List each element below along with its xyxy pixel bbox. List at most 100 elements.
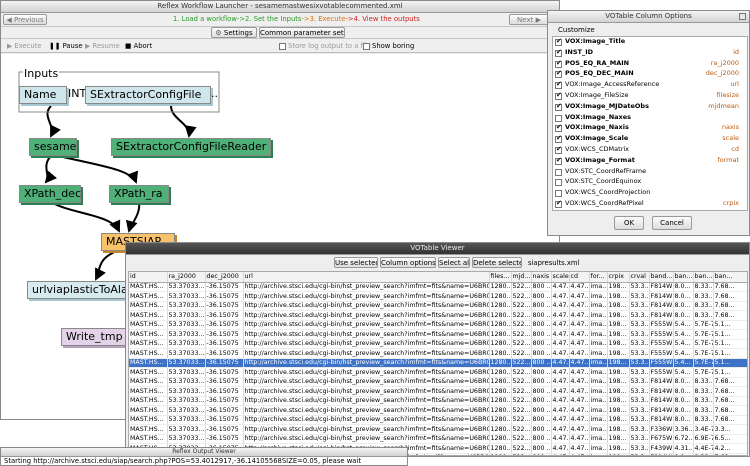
column-option-item[interactable]: INST_ID id: [553, 48, 747, 59]
column-header[interactable]: crpix: [607, 272, 630, 283]
settings-button[interactable]: ⚙ Settings: [211, 27, 257, 38]
table-row[interactable]: MAST.HS...53.37033...-36.15075http://arc…: [129, 329, 747, 340]
column-checkbox[interactable]: [555, 48, 562, 57]
column-header[interactable]: naxis: [531, 272, 552, 283]
column-checkbox[interactable]: [555, 190, 562, 198]
table-row[interactable]: MAST.HS...53.37033...-36.15075http://arc…: [129, 339, 747, 349]
close-icon[interactable]: [739, 13, 746, 20]
column-option-item[interactable]: VOX:Image_Scale scale: [553, 134, 747, 145]
column-checkbox[interactable]: [555, 91, 562, 100]
column-checkbox[interactable]: [555, 80, 562, 90]
column-header[interactable]: ban...: [713, 272, 747, 283]
table-row[interactable]: MAST.HS...53.37033...-36.15075http://arc…: [129, 358, 747, 368]
ok-button[interactable]: OK: [614, 216, 644, 230]
column-checkbox[interactable]: [555, 59, 562, 68]
column-options-titlebar[interactable]: VOTable Column Options: [548, 11, 749, 23]
column-header[interactable]: band...: [649, 272, 674, 283]
column-header[interactable]: ban...: [693, 272, 714, 283]
step-load[interactable]: 1. Load a workflow: [173, 15, 237, 23]
output-viewer-titlebar[interactable]: Reflex Output Viewer: [1, 448, 407, 457]
table-row[interactable]: MAST.HS...53.37033...-36.15075http://arc…: [129, 367, 747, 378]
table-row[interactable]: MAST.HS...53.37033...-36.15075http://arc…: [129, 282, 747, 292]
column-option-item[interactable]: POS_EQ_RA_MAIN ra_j2000: [553, 59, 747, 70]
column-header[interactable]: dec_j2000: [205, 272, 244, 283]
column-header[interactable]: crval: [629, 272, 650, 283]
table-cell: F814W: [649, 291, 674, 302]
table-row[interactable]: MAST.HS...53.37033...-36.15075http://arc…: [129, 377, 747, 387]
column-option-item[interactable]: VOX:Image_Naxis naxis: [553, 123, 747, 134]
show-boring-checkbox[interactable]: Show boring: [363, 42, 414, 50]
node-xpath-dec[interactable]: XPath_dec: [19, 185, 81, 203]
node-int[interactable]: INT: [68, 87, 86, 100]
cancel-button[interactable]: Cancel: [652, 216, 692, 230]
column-checkbox[interactable]: [555, 123, 562, 133]
column-checkbox[interactable]: [555, 102, 562, 111]
node-sextractor-config-file[interactable]: SExtractorConfigFile: [85, 86, 211, 104]
node-urlviaplastic[interactable]: urlviaplasticToAla: [27, 281, 139, 299]
table-row[interactable]: MAST.HS...53.37033...-36.15075http://arc…: [129, 348, 747, 359]
column-header[interactable]: mjd...: [511, 272, 532, 283]
node-xpath-ra[interactable]: XPath_ra: [109, 185, 169, 203]
abort-button[interactable]: ■ Abort: [125, 42, 152, 50]
column-header[interactable]: scale: [551, 272, 570, 283]
table-row[interactable]: MAST.HS...53.37033...-36.15075http://arc…: [129, 386, 747, 397]
resume-button[interactable]: ▶ Resume: [85, 42, 120, 50]
column-checkbox[interactable]: [555, 156, 562, 165]
column-header[interactable]: ban...: [673, 272, 694, 283]
common-parameter-settings-button[interactable]: Common parameter settings: [259, 27, 345, 38]
column-header[interactable]: url: [243, 272, 490, 283]
column-checkbox[interactable]: [555, 134, 562, 144]
step-execute[interactable]: ->3. Execute: [301, 15, 345, 23]
pause-button[interactable]: ❚❚ Pause: [49, 42, 83, 50]
column-option-item[interactable]: VOX:STC_CoordEquinox: [553, 177, 747, 188]
step-inputs[interactable]: ->2. Set the Inputs: [237, 15, 302, 23]
column-option-item[interactable]: VOX:Image_Format format: [553, 156, 747, 167]
column-header[interactable]: for...: [589, 272, 608, 283]
column-checkbox[interactable]: [555, 145, 562, 154]
table-row[interactable]: MAST.HS...53.37033...-36.15075http://arc…: [129, 291, 747, 302]
table-row[interactable]: MAST.HS...53.37033...-36.15075http://arc…: [129, 415, 747, 425]
previous-button[interactable]: ◀ Previous: [3, 14, 47, 25]
column-checkbox[interactable]: [555, 179, 562, 187]
column-option-item[interactable]: VOX:WCS_CoordProjection: [553, 188, 747, 199]
column-checkbox[interactable]: [555, 37, 562, 46]
column-checkbox[interactable]: [555, 199, 562, 208]
column-header[interactable]: cd: [569, 272, 590, 283]
column-option-item[interactable]: VOX:Image_FileSize filesize: [553, 91, 747, 102]
column-header[interactable]: ra_j2000: [167, 272, 206, 283]
column-option-item[interactable]: VOX:Image_Title: [553, 37, 747, 48]
store-log-checkbox[interactable]: Store log output to a file: [279, 42, 371, 50]
column-option-item[interactable]: VOX:Image_Naxes: [553, 113, 747, 124]
node-sextractor-config-reader[interactable]: SExtractorConfigFileReader: [111, 138, 271, 156]
votable-grid[interactable]: id ra_j2000 dec_j2000 url files... mjd... naxi…: [128, 271, 748, 456]
column-option-item[interactable]: POS_EQ_DEC_MAIN dec_j2000: [553, 69, 747, 80]
column-option-item[interactable]: VOX:WCS_CDMatrix cd: [553, 145, 747, 156]
column-options-button[interactable]: Column options...: [380, 257, 436, 268]
node-sesame[interactable]: sesame: [29, 138, 77, 156]
table-row[interactable]: MAST.HS...53.37033...-36.15075http://arc…: [129, 310, 747, 321]
table-row[interactable]: MAST.HS...53.37033...-36.15075http://arc…: [129, 301, 747, 311]
node-name[interactable]: Name: [19, 86, 67, 104]
step-outputs[interactable]: ->4. View the outputs: [345, 15, 419, 23]
column-option-item[interactable]: VOX:WCS_CoordRefPixel crpix: [553, 199, 747, 210]
column-checkbox[interactable]: [555, 168, 562, 176]
select-all-button[interactable]: Select all: [438, 257, 470, 268]
use-selected-button[interactable]: Use selected: [334, 257, 378, 268]
next-button[interactable]: Next ▶: [509, 14, 549, 25]
table-row[interactable]: MAST.HS...53.37033...-36.15075http://arc…: [129, 396, 747, 406]
table-row[interactable]: MAST.HS...53.37033...-36.15075http://arc…: [129, 434, 747, 444]
votable-viewer-titlebar[interactable]: VOTable Viewer: [126, 243, 749, 255]
workflow-launcher-titlebar[interactable]: Reflex Workflow Launcher - sesamemastwes…: [1, 1, 559, 13]
column-option-item[interactable]: VOX:STC_CoordRefFrame: [553, 167, 747, 178]
table-row[interactable]: MAST.HS...53.37033...-36.15075http://arc…: [129, 320, 747, 330]
column-option-item[interactable]: VOX:Image_AccessReference url: [553, 80, 747, 91]
column-checkbox[interactable]: [555, 69, 562, 79]
column-checkbox[interactable]: [555, 114, 562, 122]
column-option-item[interactable]: VOX:Image_MJDateObs mjdmean: [553, 102, 747, 113]
execute-button[interactable]: ▶ Execute: [7, 42, 42, 50]
delete-selected-button[interactable]: Delete selected: [472, 257, 522, 268]
column-header[interactable]: files...: [489, 272, 512, 283]
column-header[interactable]: id: [129, 272, 168, 283]
table-row[interactable]: MAST.HS...53.37033...-36.15075http://arc…: [129, 405, 747, 416]
table-row[interactable]: MAST.HS...53.37033...-36.15075http://arc…: [129, 424, 747, 435]
